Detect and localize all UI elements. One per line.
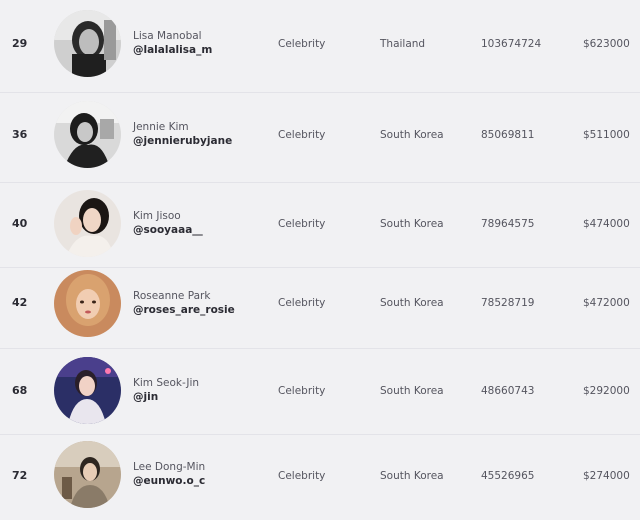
category-cell: Celebrity (278, 297, 326, 309)
avatar[interactable] (54, 357, 121, 424)
display-name: Jennie Kim (133, 121, 189, 133)
profile-handle-link[interactable]: @sooyaaa__ (133, 223, 273, 238)
name-block: Jennie Kim @jennierubyjane (133, 120, 273, 149)
country-cell: South Korea (380, 129, 444, 141)
rank-number: 40 (12, 217, 28, 230)
avatar[interactable] (54, 10, 121, 77)
influencer-table: 29 Lisa Manobal @lalalalisa_m Celebrity … (0, 0, 640, 520)
followers-cell: 103674724 (481, 38, 542, 50)
table-row[interactable]: 36 Jennie Kim @jennierubyjane Celebrity … (0, 92, 640, 183)
followers-cell: 85069811 (481, 129, 535, 141)
category-cell: Celebrity (278, 218, 326, 230)
price-cell: $472000 (583, 297, 630, 309)
country-cell: South Korea (380, 297, 444, 309)
display-name: Roseanne Park (133, 290, 211, 302)
table-row[interactable]: 42 Roseanne Park @roses_are_rosie Celebr… (0, 267, 640, 349)
name-block: Kim Jisoo @sooyaaa__ (133, 209, 273, 238)
name-block: Lee Dong-Min @eunwo.o_c (133, 460, 273, 489)
profile-handle-link[interactable]: @jin (133, 390, 273, 405)
price-cell: $511000 (583, 129, 630, 141)
followers-cell: 48660743 (481, 385, 535, 397)
profile-handle-link[interactable]: @roses_are_rosie (133, 303, 273, 318)
table-row[interactable]: 29 Lisa Manobal @lalalalisa_m Celebrity … (0, 0, 640, 93)
rank-number: 36 (12, 128, 28, 141)
table-row[interactable]: 72 Lee Dong-Min @eunwo.o_c Celebrity Sou… (0, 434, 640, 520)
name-block: Lisa Manobal @lalalalisa_m (133, 29, 273, 58)
avatar[interactable] (54, 101, 121, 168)
followers-cell: 78964575 (481, 218, 535, 230)
category-cell: Celebrity (278, 129, 326, 141)
category-cell: Celebrity (278, 38, 326, 50)
country-cell: South Korea (380, 470, 444, 482)
profile-handle-link[interactable]: @eunwo.o_c (133, 474, 273, 489)
name-block: Kim Seok-Jin @jin (133, 376, 273, 405)
display-name: Lee Dong-Min (133, 461, 206, 473)
country-cell: Thailand (380, 38, 426, 50)
price-cell: $274000 (583, 470, 630, 482)
followers-cell: 45526965 (481, 470, 535, 482)
country-cell: South Korea (380, 218, 444, 230)
display-name: Kim Jisoo (133, 210, 181, 222)
profile-handle-link[interactable]: @lalalalisa_m (133, 43, 273, 58)
profile-handle-link[interactable]: @jennierubyjane (133, 134, 273, 149)
rank-number: 68 (12, 384, 28, 397)
price-cell: $474000 (583, 218, 630, 230)
avatar[interactable] (54, 441, 121, 508)
followers-cell: 78528719 (481, 297, 535, 309)
price-cell: $623000 (583, 38, 630, 50)
category-cell: Celebrity (278, 385, 326, 397)
display-name: Kim Seok-Jin (133, 377, 200, 389)
rank-number: 42 (12, 296, 28, 309)
category-cell: Celebrity (278, 470, 326, 482)
table-row[interactable]: 40 Kim Jisoo @sooyaaa__ Celebrity South … (0, 182, 640, 268)
rank-number: 72 (12, 469, 28, 482)
country-cell: South Korea (380, 385, 444, 397)
price-cell: $292000 (583, 385, 630, 397)
rank-number: 29 (12, 37, 28, 50)
table-row[interactable]: 68 Kim Seok-Jin @jin Celebrity South Kor… (0, 348, 640, 435)
display-name: Lisa Manobal (133, 30, 202, 42)
avatar[interactable] (54, 270, 121, 337)
avatar[interactable] (54, 190, 121, 257)
name-block: Roseanne Park @roses_are_rosie (133, 289, 273, 318)
